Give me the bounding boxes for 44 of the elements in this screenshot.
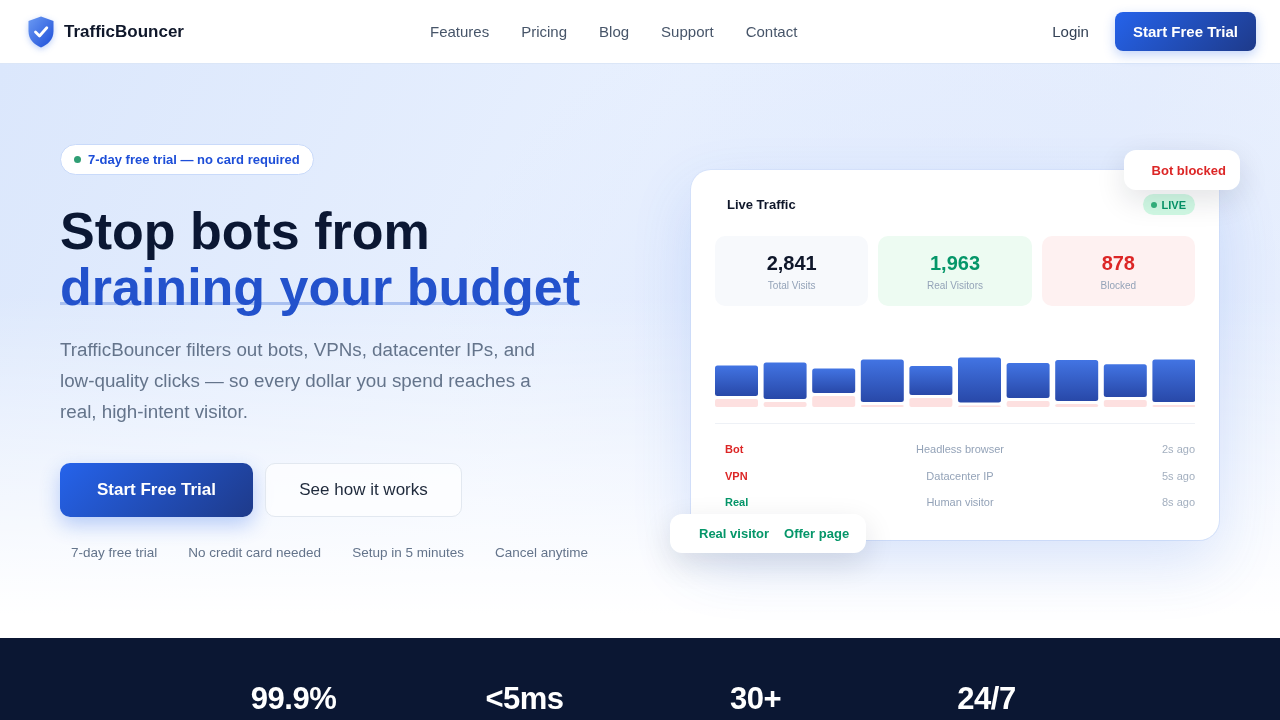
stat-label: Blocked bbox=[1100, 280, 1137, 291]
stat-value: 2,841 bbox=[766, 251, 817, 275]
stat-figure: 30+ bbox=[728, 681, 783, 717]
how-it-works-button[interactable]: See how it works bbox=[265, 463, 462, 517]
event-detail: Human visitor bbox=[926, 496, 994, 509]
start-trial-button[interactable]: Start Free Trial bbox=[60, 463, 253, 517]
perk-text: Cancel anytime bbox=[494, 545, 588, 560]
event-time: 5s ago bbox=[1161, 469, 1195, 482]
headline: Stop bots from bbox=[60, 203, 430, 259]
toast-text: Offer page bbox=[784, 526, 850, 541]
event-detail: Datacenter IP bbox=[926, 469, 994, 482]
stat-label: Real Visitors bbox=[927, 280, 983, 291]
toast-text: Real visitor bbox=[699, 526, 770, 541]
brand-name[interactable]: TrafficBouncer bbox=[64, 21, 184, 42]
status-dot-icon bbox=[1150, 201, 1157, 208]
hero-description: TrafficBouncer filters out bots, VPNs, datacenter IPs, and low-quality clicks — so every dollar you spend reaches a real, high-intent visitor. bbox=[60, 338, 536, 424]
stat-value: 1,963 bbox=[929, 251, 980, 275]
nav-link[interactable]: Support bbox=[661, 23, 714, 40]
shield-check-icon bbox=[28, 15, 54, 48]
stat-figure: 99.9% bbox=[249, 681, 338, 717]
start-trial-button[interactable]: Start Free Trial bbox=[1114, 12, 1256, 51]
card-title: Live Traffic bbox=[727, 197, 796, 212]
event-type: Real bbox=[725, 496, 749, 509]
stat-figure: <5ms bbox=[484, 681, 565, 717]
badge-text: 7-day free trial — no card required bbox=[88, 152, 300, 167]
live-text: LIVE bbox=[1161, 198, 1186, 211]
event-type: VPN bbox=[725, 469, 748, 482]
login-link[interactable]: Login bbox=[1052, 23, 1089, 40]
stat-label: Total Visits bbox=[767, 280, 816, 291]
event-time: 2s ago bbox=[1161, 443, 1195, 456]
toast-text: Bot blocked bbox=[1151, 162, 1226, 178]
nav-link[interactable]: Features bbox=[430, 23, 490, 40]
perk-text: 7-day free trial bbox=[71, 545, 158, 560]
perk-text: No credit card needed bbox=[188, 545, 322, 560]
nav-link[interactable]: Pricing bbox=[521, 23, 568, 40]
perk-text: Setup in 5 minutes bbox=[352, 545, 464, 560]
stat-value: 878 bbox=[1101, 251, 1135, 275]
nav-link[interactable]: Contact bbox=[745, 23, 798, 40]
event-time: 8s ago bbox=[1161, 496, 1195, 509]
event-detail: Headless browser bbox=[915, 443, 1004, 456]
stat-figure: 24/7 bbox=[956, 681, 1017, 717]
event-type: Bot bbox=[725, 443, 744, 456]
nav-link[interactable]: Blog bbox=[599, 23, 630, 40]
status-dot-icon bbox=[74, 156, 81, 163]
